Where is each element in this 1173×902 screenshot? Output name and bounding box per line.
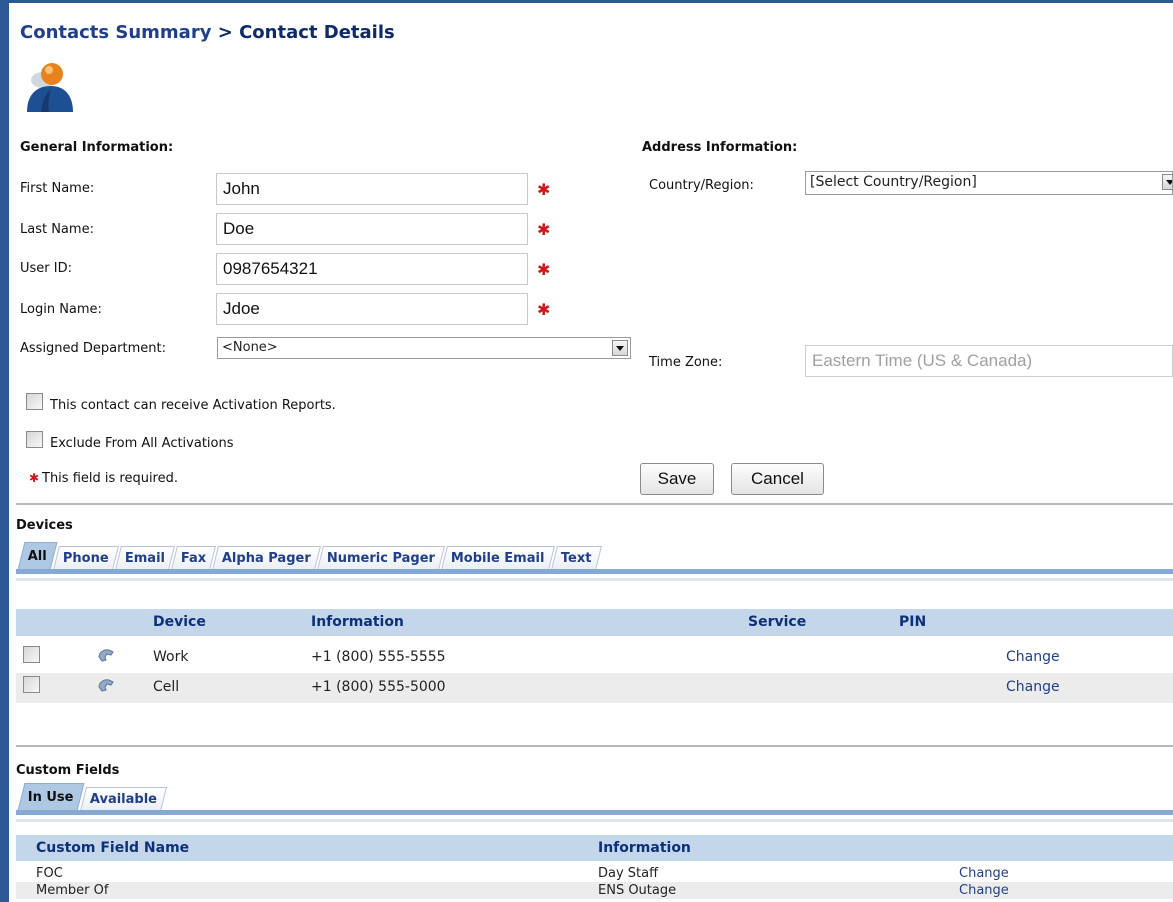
time-zone-label: Time Zone: xyxy=(649,355,723,370)
custom-fields-tabbar: In Use Available xyxy=(17,781,167,811)
first-name-field[interactable]: John xyxy=(216,173,528,205)
assigned-department-select[interactable]: <None> xyxy=(217,337,631,359)
tab-text[interactable]: Text xyxy=(550,546,602,570)
last-name-label: Last Name: xyxy=(20,222,94,237)
login-name-label: Login Name: xyxy=(20,302,102,317)
table-row: FOC Day Staff Change xyxy=(16,865,1173,882)
breadcrumb-separator: > xyxy=(211,22,240,43)
change-link[interactable]: Change xyxy=(959,882,1009,899)
device-name: Work xyxy=(153,649,189,665)
required-marker: ✱ xyxy=(537,180,551,199)
column-header-service: Service xyxy=(748,614,807,630)
tab-in-use[interactable]: In Use xyxy=(17,783,85,811)
change-link[interactable]: Change xyxy=(959,865,1009,882)
tab-available[interactable]: Available xyxy=(79,787,167,811)
exclude-activations-checkbox[interactable] xyxy=(26,431,43,448)
chevron-down-icon[interactable] xyxy=(612,340,628,356)
breadcrumb-current: Contact Details xyxy=(239,22,395,43)
tab-email[interactable]: Email xyxy=(114,546,175,570)
custom-field-information: ENS Outage xyxy=(598,883,677,898)
devices-table-header: Device Information Service PIN xyxy=(16,609,1173,636)
required-marker: ✱ xyxy=(537,300,551,319)
address-information-heading: Address Information: xyxy=(642,140,798,155)
country-region-value: [Select Country/Region] xyxy=(810,174,977,190)
country-region-select[interactable]: [Select Country/Region] xyxy=(805,171,1173,195)
first-name-label: First Name: xyxy=(20,181,95,196)
phone-icon xyxy=(96,647,116,667)
exclude-activations-label: Exclude From All Activations xyxy=(50,436,234,451)
tab-underline xyxy=(16,569,1173,574)
time-zone-field: Eastern Time (US & Canada) xyxy=(805,345,1173,377)
assigned-department-label: Assigned Department: xyxy=(20,341,166,356)
cancel-button[interactable]: Cancel xyxy=(731,463,824,495)
column-header-information: Information xyxy=(311,614,404,630)
device-information: +1 (800) 555-5555 xyxy=(311,649,446,665)
tab-underline-secondary xyxy=(16,578,1173,581)
breadcrumb-link-contacts-summary[interactable]: Contacts Summary xyxy=(20,22,211,43)
activation-reports-checkbox[interactable] xyxy=(26,393,43,410)
column-header-custom-field-name: Custom Field Name xyxy=(36,840,190,856)
custom-field-information: Day Staff xyxy=(598,866,659,881)
tab-alpha-pager[interactable]: Alpha Pager xyxy=(212,546,322,570)
required-marker: ✱ xyxy=(537,260,551,279)
custom-field-name: FOC xyxy=(36,866,63,881)
custom-field-name: Member Of xyxy=(36,883,109,898)
save-button[interactable]: Save xyxy=(640,463,714,495)
main-panel: Contacts Summary > Contact Details Gener… xyxy=(9,0,1173,902)
activation-reports-label: This contact can receive Activation Repo… xyxy=(50,398,336,413)
last-name-field[interactable]: Doe xyxy=(216,213,528,245)
required-marker: ✱ xyxy=(29,471,40,485)
login-name-field[interactable]: Jdoe xyxy=(216,293,528,325)
tab-underline-secondary xyxy=(16,819,1173,822)
tab-all[interactable]: All xyxy=(17,542,58,570)
change-link[interactable]: Change xyxy=(1006,649,1060,665)
chevron-down-icon[interactable] xyxy=(1162,174,1172,190)
row-select-checkbox[interactable] xyxy=(23,676,40,693)
row-select-checkbox[interactable] xyxy=(23,646,40,663)
custom-fields-heading: Custom Fields xyxy=(16,763,120,778)
country-region-label: Country/Region: xyxy=(649,178,754,193)
device-information: +1 (800) 555-5000 xyxy=(311,679,446,695)
devices-heading: Devices xyxy=(16,518,73,533)
required-marker: ✱ xyxy=(537,220,551,239)
user-id-field[interactable]: 0987654321 xyxy=(216,253,528,285)
custom-fields-table-header: Custom Field Name Information xyxy=(16,835,1173,861)
table-row: Work +1 (800) 555-5555 Change xyxy=(16,643,1173,673)
table-row: Cell +1 (800) 555-5000 Change xyxy=(16,673,1173,703)
divider xyxy=(16,503,1173,505)
tab-underline xyxy=(16,810,1173,815)
tab-mobile-email[interactable]: Mobile Email xyxy=(441,546,555,570)
phone-icon xyxy=(96,677,116,697)
assigned-department-value: <None> xyxy=(222,340,278,355)
user-id-label: User ID: xyxy=(20,261,72,276)
tab-numeric-pager[interactable]: Numeric Pager xyxy=(317,546,446,570)
device-name: Cell xyxy=(153,679,180,695)
devices-tabbar: All Phone Email Fax Alpha Pager Numeric … xyxy=(17,538,602,570)
general-information-heading: General Information: xyxy=(20,140,174,155)
tab-fax[interactable]: Fax xyxy=(170,546,217,570)
change-link[interactable]: Change xyxy=(1006,679,1060,695)
divider xyxy=(16,745,1173,747)
required-note: This field is required. xyxy=(42,471,178,486)
contact-avatar-icon xyxy=(21,58,79,114)
tab-phone[interactable]: Phone xyxy=(52,546,119,570)
column-header-information: Information xyxy=(598,840,691,856)
breadcrumb: Contacts Summary > Contact Details xyxy=(20,22,395,43)
column-header-pin: PIN xyxy=(899,614,927,630)
column-header-device: Device xyxy=(153,614,206,630)
table-row: Member Of ENS Outage Change xyxy=(16,882,1173,899)
